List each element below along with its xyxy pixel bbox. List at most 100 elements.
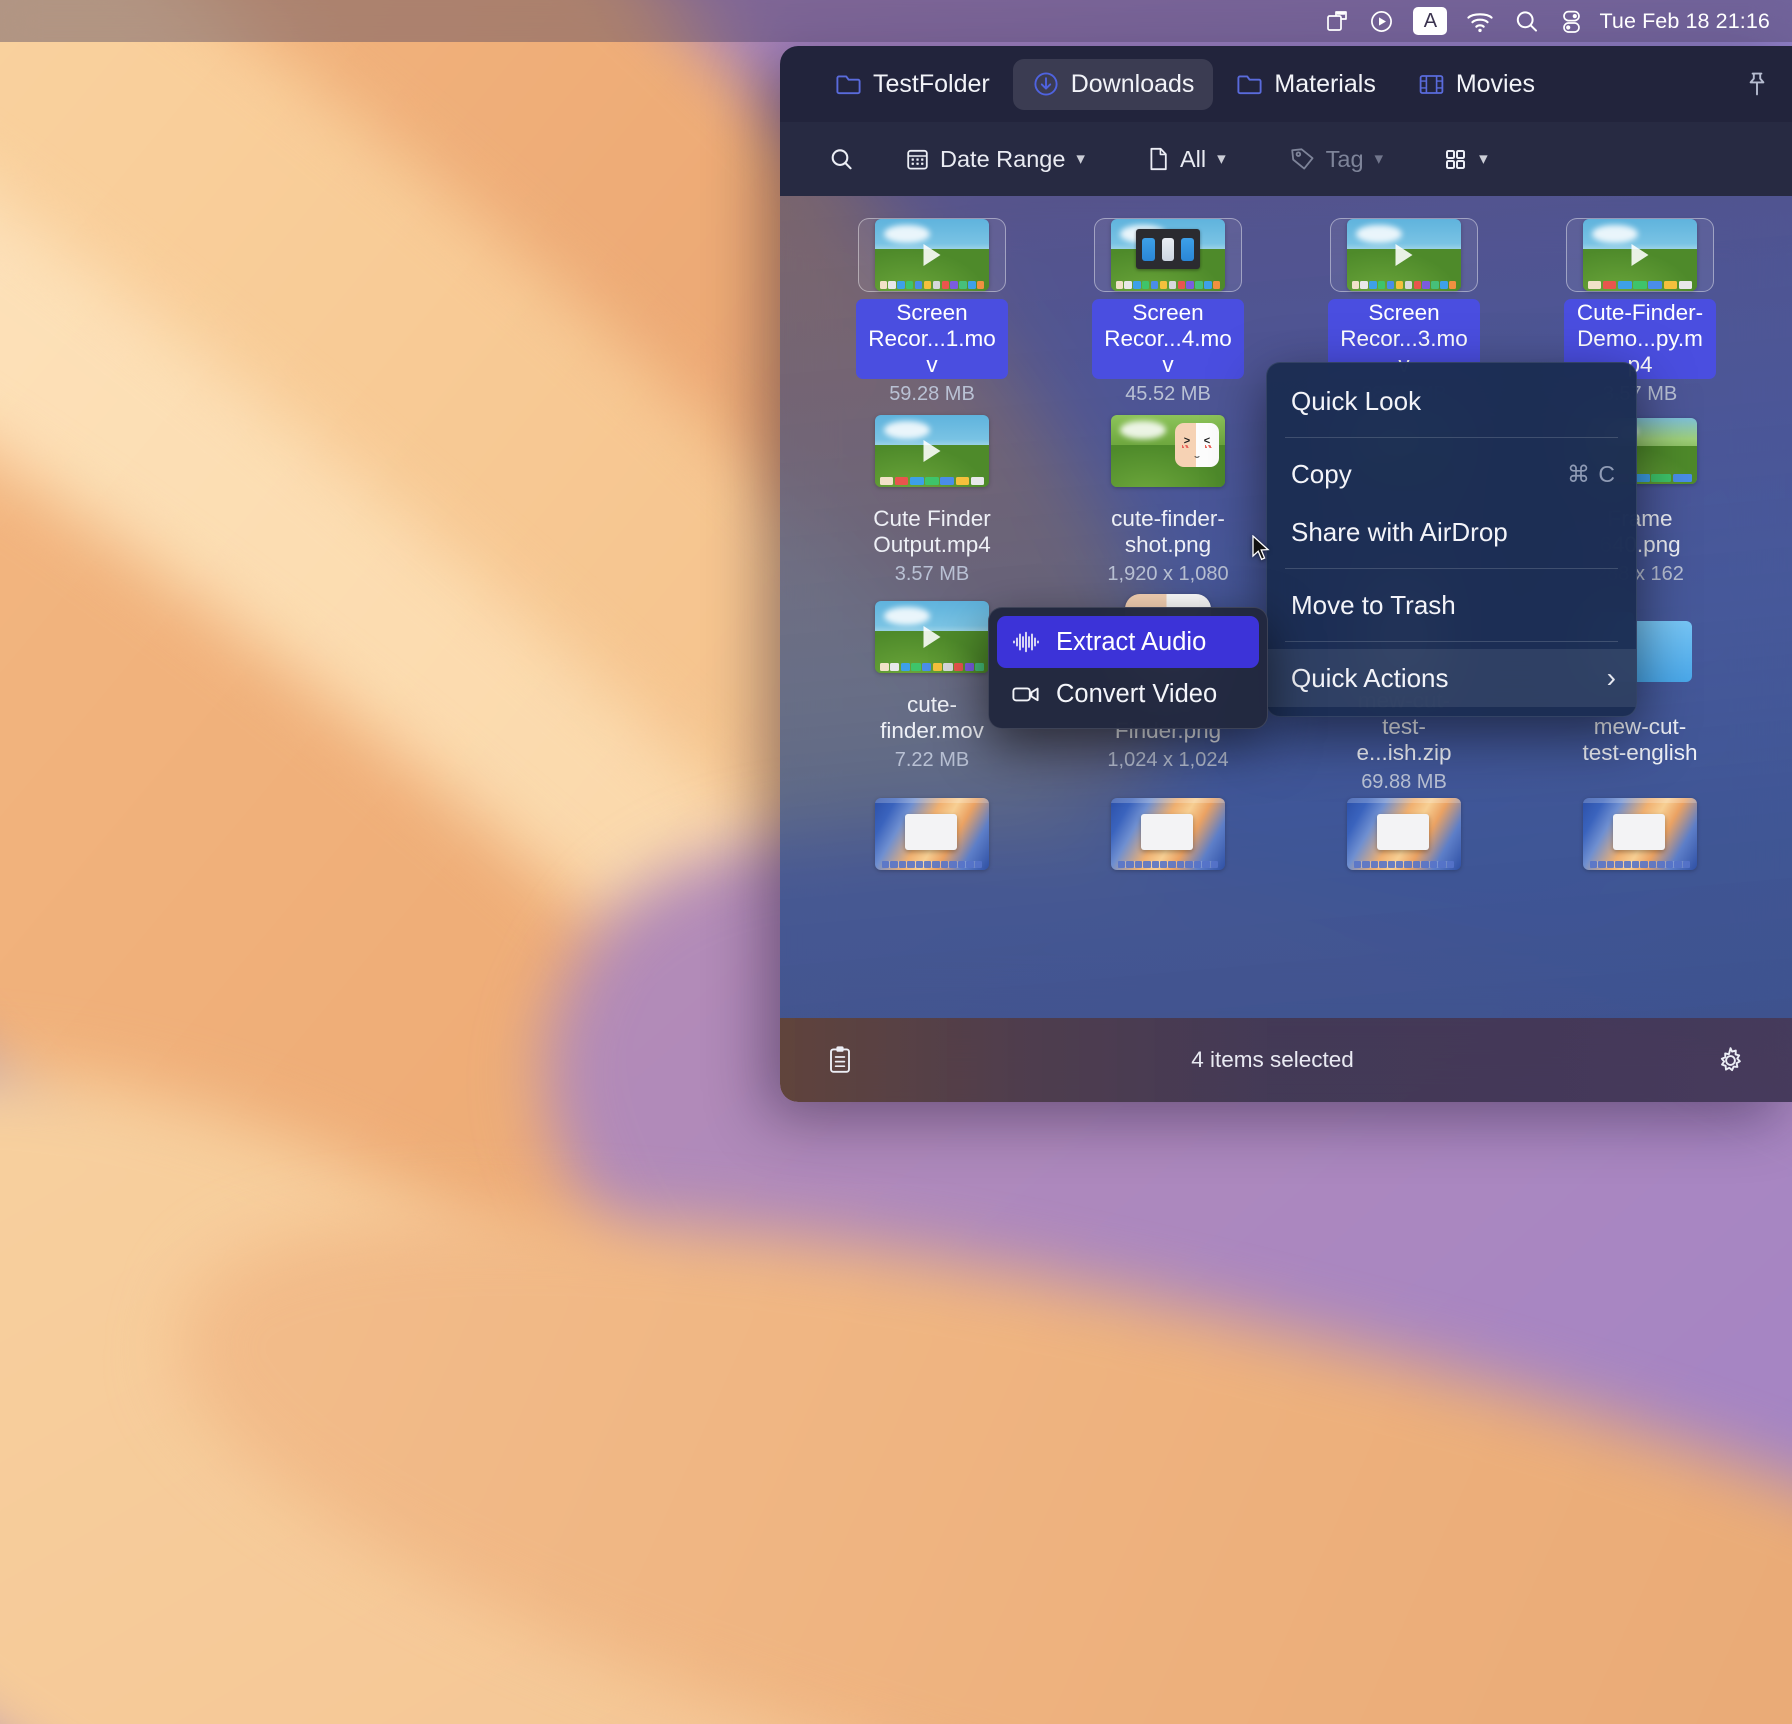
file-name: mew-cut-test-english (1564, 713, 1716, 767)
calendar-icon (905, 147, 930, 172)
video-thumbnail (1111, 219, 1225, 291)
chevron-down-icon: ▾ (1479, 149, 1488, 169)
video-thumbnail (875, 415, 989, 487)
video-camera-icon (1011, 682, 1041, 706)
thumbnail-frame (1094, 776, 1242, 892)
control-center-icon[interactable] (1549, 0, 1593, 42)
folder-icon (835, 72, 862, 96)
file-meta: 1,024 x 1,024 (1107, 749, 1228, 772)
screenshot-thumbnail (1583, 798, 1697, 870)
tab-bar: TestFolder Downloads Materials (780, 46, 1792, 122)
play-icon (924, 244, 941, 266)
context-menu-item-quick-look[interactable]: Quick Look (1267, 372, 1636, 430)
file-item[interactable] (1522, 772, 1758, 958)
file-item[interactable] (1286, 772, 1522, 958)
file-name: Cute Finder Output.mp4 (856, 505, 1008, 559)
chevron-down-icon: ▾ (1076, 149, 1085, 169)
play-icon (924, 440, 941, 462)
tag-icon (1290, 146, 1316, 172)
file-type-filter[interactable]: All ▾ (1135, 138, 1238, 181)
video-thumbnail (875, 219, 989, 291)
gear-icon[interactable] (1715, 1045, 1746, 1076)
menu-item-label: Quick Look (1291, 386, 1616, 417)
thumbnail-frame (858, 590, 1006, 684)
play-icon (1396, 244, 1413, 266)
file-name (1160, 899, 1176, 901)
context-menu-item-move-to-trash[interactable]: Move to Trash (1267, 576, 1636, 634)
file-name: Screen Recor...1.mov (856, 299, 1008, 379)
video-thumbnail (1347, 219, 1461, 291)
file-type-label: All (1180, 146, 1206, 173)
file-meta: 3.57 MB (895, 563, 969, 586)
screen-sharing-icon[interactable] (1315, 0, 1359, 42)
context-menu-item-share-with-airdrop[interactable]: Share with AirDrop (1267, 503, 1636, 561)
folder-icon (1236, 72, 1263, 96)
document-icon (1147, 146, 1170, 172)
tab-label: TestFolder (873, 70, 990, 99)
file-item[interactable]: Cute Finder Output.mp4 3.57 MB (814, 400, 1050, 586)
play-icon (1632, 244, 1649, 266)
thumbnail-frame (1566, 776, 1714, 892)
chevron-down-icon: ▾ (1375, 149, 1384, 169)
input-source-icon[interactable]: A (1404, 0, 1456, 42)
menu-item-label: Share with AirDrop (1291, 517, 1616, 548)
thumbnail-frame (1330, 776, 1478, 892)
thumbnail-frame (858, 404, 1006, 498)
tag-filter[interactable]: Tag ▾ (1278, 138, 1395, 181)
grid-view-icon (1443, 147, 1468, 172)
context-menu-item-quick-actions[interactable]: Quick Actions › (1267, 649, 1636, 707)
file-meta: 1,920 x 1,080 (1107, 563, 1228, 586)
menu-item-label: Copy (1291, 459, 1567, 490)
file-name: cute-finder-shot.png (1092, 505, 1244, 559)
spotlight-search-icon[interactable] (1504, 0, 1549, 42)
submenu-item-label: Convert Video (1056, 680, 1217, 709)
tab-movies[interactable]: Movies (1399, 59, 1554, 110)
file-item[interactable] (814, 772, 1050, 958)
chevron-down-icon: ▾ (1217, 149, 1226, 169)
thumbnail-frame (1330, 218, 1478, 292)
tab-label: Materials (1274, 70, 1375, 99)
file-meta: 7.22 MB (895, 749, 969, 772)
status-bar: 4 items selected (780, 1018, 1792, 1102)
thumbnail-frame (858, 776, 1006, 892)
play-icon (924, 626, 941, 648)
waveform-icon (1011, 629, 1041, 655)
file-item[interactable] (1050, 772, 1286, 958)
view-mode-button[interactable]: ▾ (1431, 139, 1500, 180)
screenshot-thumbnail (875, 798, 989, 870)
tag-label: Tag (1326, 146, 1364, 173)
submenu-item-extract-audio[interactable]: Extract Audio (997, 616, 1259, 668)
menu-separator (1285, 641, 1618, 642)
context-menu-item-copy[interactable]: Copy ⌘ C (1267, 445, 1636, 503)
date-range-filter[interactable]: Date Range ▾ (893, 138, 1097, 181)
thumbnail-frame (858, 218, 1006, 292)
file-name (1632, 899, 1648, 901)
tab-downloads[interactable]: Downloads (1013, 59, 1214, 110)
submenu-item-label: Extract Audio (1056, 628, 1206, 657)
file-item[interactable]: Screen Recor...1.mov 59.28 MB (814, 214, 1050, 400)
film-icon (1418, 72, 1445, 97)
video-thumbnail (1583, 219, 1697, 291)
filter-toolbar: Date Range ▾ All ▾ Tag ▾ (780, 122, 1792, 196)
menu-separator (1285, 568, 1618, 569)
search-button[interactable] (816, 138, 867, 181)
tab-materials[interactable]: Materials (1217, 59, 1394, 110)
video-thumbnail (875, 601, 989, 673)
screenshot-thumbnail (1111, 798, 1225, 870)
menu-item-label: Quick Actions (1291, 663, 1595, 694)
search-icon (828, 146, 855, 173)
menu-separator (1285, 437, 1618, 438)
tab-testfolder[interactable]: TestFolder (816, 59, 1009, 110)
now-playing-icon[interactable] (1359, 0, 1404, 42)
wifi-icon[interactable] (1456, 0, 1504, 42)
menu-bar-clock[interactable]: Tue Feb 18 21:16 (1599, 9, 1770, 34)
thumbnail-frame (1566, 218, 1714, 292)
thumbnail-frame: > < ⌣ (1094, 404, 1242, 498)
mouse-cursor (1251, 535, 1271, 568)
pin-icon[interactable] (1734, 70, 1780, 98)
menu-item-shortcut: ⌘ C (1567, 461, 1616, 488)
macos-menu-bar: A Tue Feb 18 21:16 (0, 0, 1792, 42)
submenu-item-convert-video[interactable]: Convert Video (997, 668, 1259, 720)
screenshot-thumbnail (1347, 798, 1461, 870)
file-item[interactable]: Screen Recor...4.mov 45.52 MB (1050, 214, 1286, 400)
